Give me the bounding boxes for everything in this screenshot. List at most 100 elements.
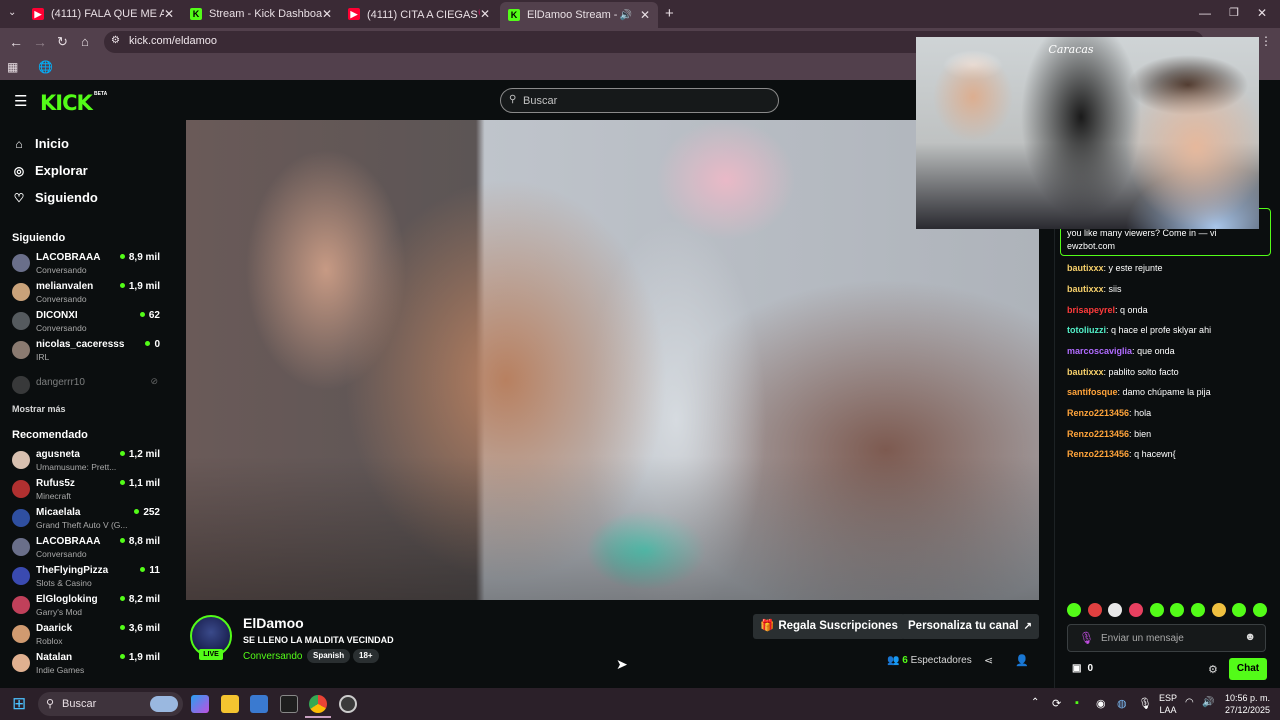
- chat-message-input[interactable]: 🎙 Enviar un mensaje ☻: [1067, 624, 1266, 652]
- send-chat-button[interactable]: Chat: [1229, 658, 1267, 680]
- browser-tab-1[interactable]: ▶ (4111) FALA QUE ME AMA É CE ✕: [24, 4, 182, 24]
- close-window-icon[interactable]: ✕: [1257, 6, 1267, 20]
- globe-icon[interactable]: 🌐: [38, 60, 53, 74]
- show-more-link[interactable]: Mostrar más: [12, 404, 66, 414]
- speaker-icon[interactable]: 🔊: [619, 10, 631, 21]
- nvidia-icon[interactable]: ▪: [1075, 697, 1079, 709]
- chat-message: totoliuzzi: q hace el profe sklyar ahi: [1067, 325, 1212, 335]
- gift-subs-button[interactable]: 🎁 Regala Suscripciones: [753, 614, 905, 639]
- recommended-item-natalan[interactable]: Natalan Indie Games 1,9 mil: [12, 652, 160, 680]
- microphone-icon[interactable]: 🎙: [1138, 697, 1152, 710]
- volume-icon[interactable]: 🔊: [1202, 697, 1214, 708]
- emote-icon[interactable]: [1067, 603, 1081, 617]
- chat-username[interactable]: santifosque: [1067, 387, 1118, 397]
- file-explorer-icon[interactable]: [221, 695, 239, 713]
- chat-username[interactable]: totoliuzzi: [1067, 325, 1106, 335]
- chat-username[interactable]: Renzo2213456: [1067, 429, 1129, 439]
- close-tab-icon[interactable]: ✕: [480, 7, 490, 21]
- obs-icon[interactable]: [339, 695, 357, 713]
- browser-menu-icon[interactable]: ⋮: [1260, 34, 1272, 48]
- recommended-item-lacobraaa[interactable]: LACOBRAAA Conversando 8,8 mil: [12, 536, 160, 564]
- chrome-icon[interactable]: [309, 695, 327, 713]
- emote-icon[interactable]: [1128, 603, 1143, 617]
- copilot-icon[interactable]: [191, 695, 209, 713]
- browser-tab-3[interactable]: ▶ (4111) CITA A CIEGAS💗 - You ✕: [340, 4, 498, 24]
- emote-icon[interactable]: [1149, 603, 1164, 617]
- language-indicator[interactable]: ESP LAA: [1158, 692, 1178, 716]
- chat-username[interactable]: Renzo2213456: [1067, 408, 1129, 418]
- chat-settings-gear-icon[interactable]: ⚙: [1208, 663, 1218, 676]
- following-item-nicolas-caceresss[interactable]: nicolas_caceresss IRL 0: [12, 339, 160, 367]
- emote-icon[interactable]: [1232, 603, 1247, 617]
- emote-icon[interactable]: [1108, 603, 1123, 617]
- steam-icon[interactable]: ◍: [1117, 697, 1127, 710]
- tag-18plus[interactable]: 18+: [353, 649, 379, 663]
- chat-username[interactable]: bautixxx: [1067, 367, 1104, 377]
- close-tab-icon[interactable]: ✕: [640, 8, 650, 22]
- emote-icon[interactable]: [1087, 603, 1102, 617]
- nav-siguiendo[interactable]: ♡ Siguiendo: [12, 190, 98, 205]
- following-item-dangerrr10-offline[interactable]: dangerrr10 ⊘: [12, 374, 160, 402]
- recommended-item-daarick[interactable]: Daarick Roblox 3,6 mil: [12, 623, 160, 651]
- emote-icon[interactable]: [1170, 603, 1185, 617]
- reload-icon[interactable]: ↻: [57, 34, 68, 50]
- channel-points[interactable]: ▣ 0: [1072, 663, 1093, 674]
- capcut-icon[interactable]: [280, 695, 298, 713]
- windows-start-icon[interactable]: ⊞: [12, 694, 26, 714]
- wifi-icon[interactable]: ◠: [1185, 697, 1194, 708]
- following-item-lacobraaa[interactable]: LACOBRAAA Conversando 8,9 mil: [12, 252, 160, 280]
- tag-spanish[interactable]: Spanish: [307, 649, 351, 663]
- recommended-item-rufus5z[interactable]: Rufus5z Minecraft 1,1 mil: [12, 478, 160, 506]
- following-item-melianvalen[interactable]: melianvalen Conversando 1,9 mil: [12, 281, 160, 309]
- sync-icon[interactable]: ⟳: [1052, 697, 1061, 710]
- emote-icon[interactable]: [1252, 603, 1267, 617]
- emote-icon[interactable]: [1211, 603, 1226, 617]
- browser-tab-4-active[interactable]: K ElDamoo Stream - Watch L 🔊 ✕: [500, 2, 658, 28]
- apps-grid-icon[interactable]: ▦: [7, 60, 18, 74]
- customize-channel-button[interactable]: Personaliza tu canal ↗: [901, 614, 1039, 639]
- nav-explorar[interactable]: ◎ Explorar: [12, 163, 88, 178]
- search-input[interactable]: ⚲ Buscar: [500, 88, 779, 113]
- share-icon[interactable]: ⋖: [984, 654, 993, 667]
- tab-search-chevron-icon[interactable]: ⌄: [8, 7, 16, 18]
- new-tab-icon[interactable]: +: [665, 5, 674, 22]
- restore-icon[interactable]: ❐: [1229, 6, 1239, 19]
- channel-name: nicolas_caceresss: [36, 339, 125, 350]
- minimize-icon[interactable]: —: [1199, 6, 1211, 20]
- discord-icon[interactable]: ◉: [1096, 697, 1106, 710]
- chat-username[interactable]: brisapeyrel: [1067, 305, 1115, 315]
- store-icon[interactable]: [250, 695, 268, 713]
- kick-logo[interactable]: KICK: [40, 91, 93, 115]
- home-icon[interactable]: ⌂: [81, 34, 89, 49]
- microphone-icon[interactable]: 🎙: [1079, 631, 1094, 645]
- close-tab-icon[interactable]: ✕: [164, 7, 174, 21]
- hamburger-menu-icon[interactable]: ☰: [14, 92, 27, 110]
- recommended-item-elglogloking[interactable]: ElGlogloking Garry's Mod 8,2 mil: [12, 594, 160, 622]
- home-icon: ⌂: [15, 136, 23, 151]
- site-settings-icon[interactable]: ⚙: [111, 35, 120, 46]
- browser-tab-bar: ⌄ ▶ (4111) FALA QUE ME AMA É CE ✕ K Stre…: [0, 0, 1280, 28]
- following-item-diconxi[interactable]: DICONXI Conversando 62: [12, 310, 160, 338]
- forward-icon[interactable]: →: [33, 34, 47, 50]
- close-tab-icon[interactable]: ✕: [322, 7, 332, 21]
- video-player[interactable]: [186, 120, 1039, 600]
- follow-user-icon[interactable]: 👤: [1015, 654, 1029, 667]
- recommended-item-theflyingpizza[interactable]: TheFlyingPizza Slots & Casino 11: [12, 565, 160, 593]
- chevron-up-icon[interactable]: ⌃: [1031, 697, 1039, 708]
- chat-username[interactable]: marcoscaviglia: [1067, 346, 1132, 356]
- chat-username[interactable]: bautixxx: [1067, 284, 1104, 294]
- recommended-item-micaelala[interactable]: Micaelala Grand Theft Auto V (G... 252: [12, 507, 160, 535]
- system-clock[interactable]: 10:56 p. m. 27/12/2025: [1222, 692, 1270, 716]
- emote-icon[interactable]: [1190, 603, 1205, 617]
- chat-username[interactable]: Renzo2213456: [1067, 449, 1129, 459]
- nav-inicio[interactable]: ⌂ Inicio: [12, 136, 69, 151]
- taskbar-search[interactable]: ⚲ Buscar: [38, 692, 183, 716]
- chat-username[interactable]: bautixxx: [1067, 263, 1104, 273]
- weather-widget-icon[interactable]: [150, 696, 178, 712]
- back-icon[interactable]: ←: [9, 34, 23, 50]
- browser-tab-2[interactable]: K Stream - Kick Dashboard ✕: [182, 4, 340, 24]
- recommended-item-agusneta[interactable]: agusneta Umamusume: Prett... 1,2 mil: [12, 449, 160, 477]
- streamer-name[interactable]: ElDamoo: [243, 615, 304, 631]
- emoji-picker-icon[interactable]: ☻: [1244, 631, 1256, 643]
- stream-category-link[interactable]: Conversando: [243, 651, 302, 662]
